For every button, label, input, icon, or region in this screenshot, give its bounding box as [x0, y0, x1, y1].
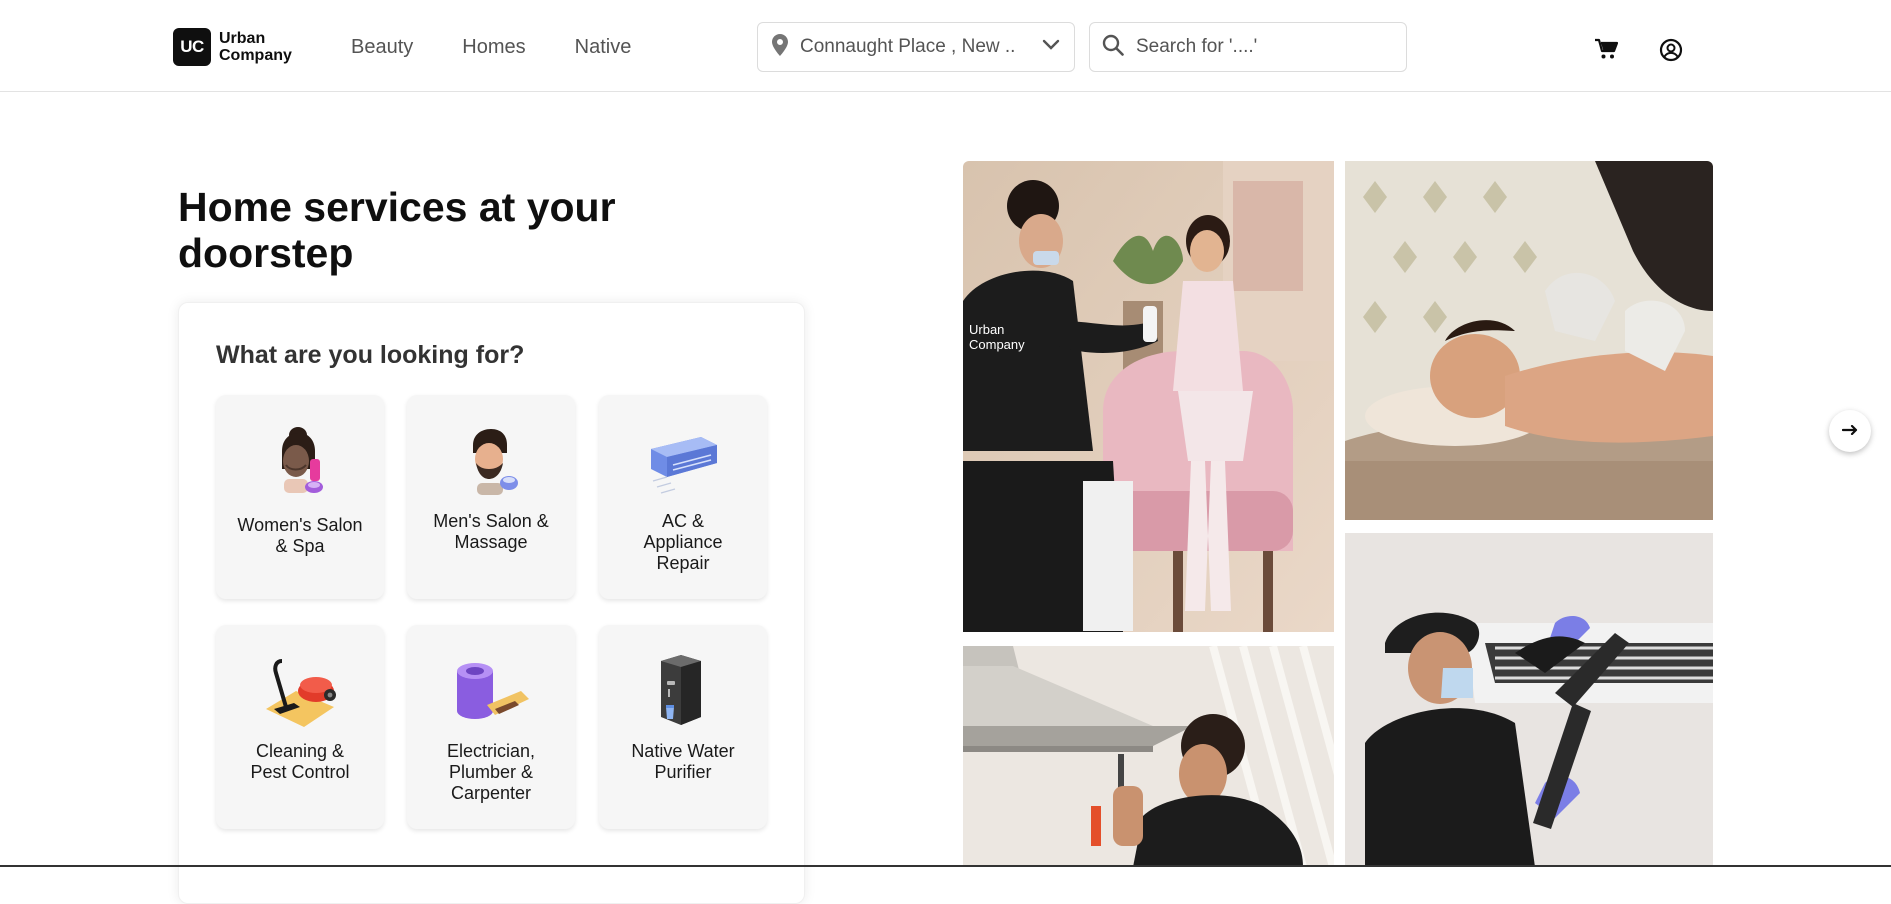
account-icon[interactable] — [1659, 38, 1683, 67]
service-tile-mens-salon[interactable]: Men's Salon & Massage — [407, 395, 575, 599]
label-line: Repair — [656, 553, 710, 573]
massage-service-photo — [1345, 161, 1713, 520]
service-label: Native Water Purifier — [609, 741, 757, 783]
logo-line-2: Company — [219, 47, 292, 64]
urban-company-logo[interactable]: UC Urban Company — [173, 28, 292, 66]
main-nav: Beauty Homes Native — [351, 36, 631, 59]
service-tile-womens-salon[interactable]: Women's Salon & Spa — [216, 395, 384, 599]
location-pin-icon — [772, 33, 788, 61]
label-line: Electrician, — [446, 741, 536, 761]
service-tile-electrician[interactable]: Electrician, Plumber & Carpenter — [407, 625, 575, 829]
page-title-line-2: doorstep — [178, 230, 354, 276]
search-bar — [1089, 22, 1407, 72]
label-line: Massage — [454, 532, 528, 552]
logo-badge: UC — [173, 28, 211, 66]
ac-icon — [643, 421, 723, 501]
logo-line-1: Urban — [219, 30, 266, 47]
nav-homes[interactable]: Homes — [462, 36, 525, 59]
label-line: Native Water — [631, 741, 735, 761]
label-line: Men's Salon & — [433, 511, 549, 531]
label-line: Carpenter — [450, 783, 532, 803]
chevron-down-icon — [1042, 38, 1060, 56]
arrow-right-icon — [1841, 422, 1858, 440]
tools-icon — [451, 651, 531, 731]
logo-wordmark: Urban Company — [219, 30, 292, 64]
location-text: Connaught Place , New .. — [800, 36, 1016, 57]
label-line: Purifier — [654, 762, 712, 782]
nav-beauty[interactable]: Beauty — [351, 36, 413, 59]
kitchen-repair-photo — [963, 646, 1334, 867]
womens-salon-icon — [260, 421, 340, 501]
service-tile-cleaning[interactable]: Cleaning & Pest Control — [216, 625, 384, 829]
page-title-line-1: Home services at your — [178, 184, 616, 230]
uniform-logo-text: Urban — [969, 322, 1004, 337]
water-purifier-icon — [643, 651, 723, 731]
mens-salon-icon — [451, 421, 531, 501]
cart-icon[interactable] — [1594, 38, 1619, 65]
service-label: AC & Appliance Repair — [609, 511, 757, 574]
nav-native[interactable]: Native — [575, 36, 632, 59]
carousel-next-button[interactable] — [1829, 410, 1871, 452]
label-line: Plumber & — [448, 762, 534, 782]
location-selector[interactable]: Connaught Place , New .. — [757, 22, 1075, 72]
service-label: Cleaning & Pest Control — [226, 741, 374, 783]
service-label: Women's Salon & Spa — [226, 515, 374, 557]
page-title: Home services at your doorstep — [178, 184, 698, 276]
label-line: Cleaning & — [255, 741, 345, 761]
vacuum-icon — [260, 651, 340, 731]
label-line: Women's Salon — [237, 515, 363, 535]
uniform-logo-text: Company — [969, 337, 1025, 352]
services-panel-title: What are you looking for? — [216, 341, 525, 369]
service-label: Men's Salon & Massage — [417, 511, 565, 553]
label-line: AC & — [661, 511, 704, 531]
services-panel: What are you looking for? Women's Salon … — [178, 302, 805, 904]
service-label: Electrician, Plumber & Carpenter — [417, 741, 565, 804]
salon-service-photo: Urban Company — [963, 161, 1334, 632]
service-tile-ac-repair[interactable]: AC & Appliance Repair — [599, 395, 767, 599]
search-input[interactable] — [1134, 35, 1388, 59]
top-header: UC Urban Company Beauty Homes Native Con… — [0, 0, 1891, 92]
label-line: Pest Control — [250, 762, 350, 782]
search-icon — [1102, 34, 1124, 61]
service-tile-water-purifier[interactable]: Native Water Purifier — [599, 625, 767, 829]
label-line: Appliance — [643, 532, 723, 552]
ac-repair-photo — [1345, 533, 1713, 867]
label-line: & Spa — [275, 536, 325, 556]
